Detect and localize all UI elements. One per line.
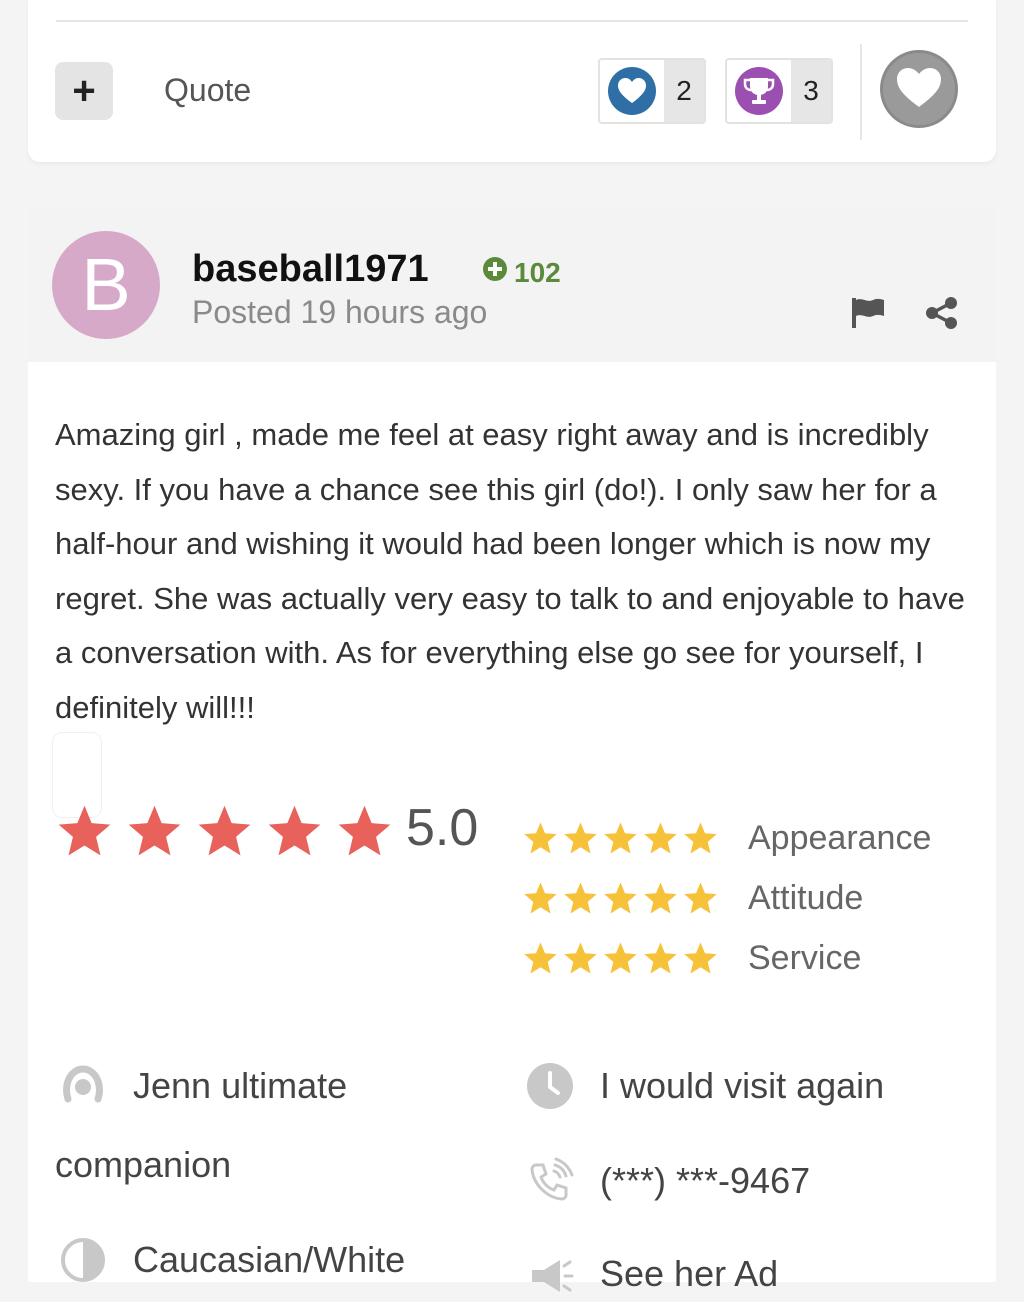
- previous-post-actions: + Quote 2 3: [28, 0, 996, 162]
- favorite-button[interactable]: [880, 50, 958, 128]
- add-button[interactable]: +: [55, 62, 113, 120]
- star-icon: [684, 881, 717, 913]
- star-icon: [684, 941, 717, 973]
- star-icon: [58, 805, 111, 856]
- plus-circle-icon: [482, 256, 508, 289]
- heart-icon: [600, 60, 664, 122]
- rating-row-attitude: Attitude: [522, 868, 931, 928]
- phone-icon: [522, 1153, 578, 1209]
- rating-row-service: Service: [522, 928, 931, 988]
- post-timestamp: Posted 19 hours ago: [192, 294, 488, 330]
- star-icon: [644, 821, 677, 853]
- quote-button[interactable]: Quote: [164, 72, 251, 109]
- rating-row-appearance: Appearance: [522, 808, 931, 868]
- favorite-heart-icon: [893, 64, 945, 115]
- like-count: 2: [664, 60, 704, 122]
- overall-score: 5.0: [406, 799, 479, 857]
- star-icon: [128, 805, 181, 856]
- review-text: Amazing girl , made me feel at easy righ…: [55, 417, 965, 725]
- user-points: 102: [482, 256, 561, 289]
- ethnicity-value: Caucasian/White: [133, 1239, 406, 1280]
- provider-name-line2: companion: [55, 1144, 232, 1185]
- provider-name[interactable]: Jenn ultimate: [55, 1058, 347, 1114]
- plus-icon: +: [72, 69, 96, 113]
- ethnicity-icon: [55, 1232, 111, 1288]
- star-icon: [604, 941, 637, 973]
- star-icon: [564, 941, 597, 973]
- phone-value: (***) ***-9467: [600, 1160, 811, 1201]
- star-icon: [684, 821, 717, 853]
- provider-name-line1: Jenn ultimate: [133, 1065, 348, 1106]
- star-icon: [564, 821, 597, 853]
- like-reaction-button[interactable]: 2: [598, 58, 706, 124]
- megaphone-icon: [522, 1246, 578, 1302]
- see-her-ad-link[interactable]: See her Ad: [522, 1246, 778, 1302]
- avatar[interactable]: B: [52, 231, 160, 339]
- star-icon: [198, 805, 251, 856]
- see-her-ad-label: See her Ad: [600, 1253, 779, 1294]
- category-stars: [522, 820, 748, 857]
- post-body: Amazing girl , made me feel at easy righ…: [28, 362, 996, 1294]
- star-icon: [268, 805, 321, 856]
- phone[interactable]: (***) ***-9467: [522, 1153, 810, 1209]
- profile-icon: [55, 1058, 111, 1114]
- ethnicity: Caucasian/White: [55, 1232, 405, 1288]
- star-icon: [338, 805, 391, 856]
- star-icon: [644, 881, 677, 913]
- provider-name-continued: companion: [55, 1144, 231, 1186]
- trophy-reaction-button[interactable]: 3: [725, 58, 833, 124]
- star-icon: [564, 881, 597, 913]
- category-label: Service: [748, 938, 862, 977]
- visit-again-value: I would visit again: [600, 1065, 885, 1106]
- star-icon: [524, 821, 557, 853]
- star-icon: [524, 941, 557, 973]
- category-stars: [522, 940, 748, 977]
- post-header: B baseball1971 102 Posted 19 hours ago: [28, 206, 996, 362]
- trophy-count: 3: [791, 60, 831, 122]
- username-link[interactable]: baseball1971: [192, 248, 429, 291]
- visit-again: I would visit again: [522, 1058, 884, 1114]
- category-ratings: Appearance Attitude Service: [522, 808, 931, 988]
- share-icon[interactable]: [924, 296, 960, 335]
- points-value: 102: [514, 256, 561, 288]
- category-stars: [522, 880, 748, 917]
- divider: [860, 44, 862, 140]
- category-label: Appearance: [748, 818, 932, 857]
- clock-icon: [522, 1058, 578, 1114]
- category-label: Attitude: [748, 878, 864, 917]
- star-icon: [604, 881, 637, 913]
- divider: [56, 20, 968, 22]
- overall-stars: [55, 802, 394, 861]
- star-icon: [644, 941, 677, 973]
- star-icon: [524, 881, 557, 913]
- flag-icon[interactable]: [850, 296, 888, 335]
- trophy-icon: [727, 60, 791, 122]
- star-icon: [604, 821, 637, 853]
